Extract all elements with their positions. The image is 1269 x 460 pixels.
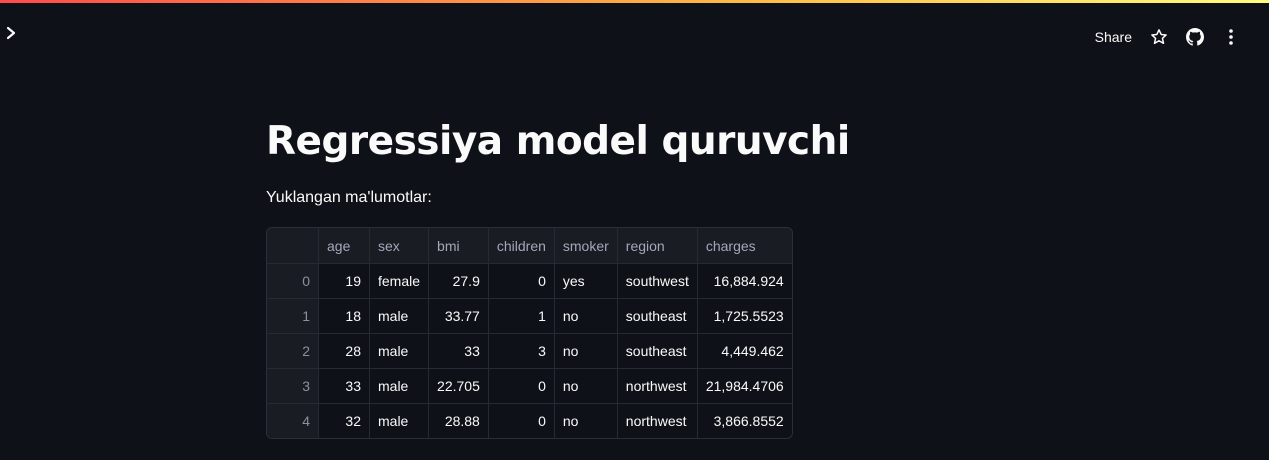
cell-region[interactable]: southwest <box>617 263 698 299</box>
cell-smoker[interactable]: no <box>554 403 618 438</box>
cell-region[interactable]: northwest <box>617 403 698 438</box>
cell-age[interactable]: 18 <box>318 298 370 334</box>
share-button[interactable]: Share <box>1086 25 1141 49</box>
cell-region[interactable]: southeast <box>617 333 698 369</box>
cell-children[interactable]: 1 <box>488 298 555 334</box>
row-index: 2 <box>267 333 319 369</box>
index-column-header <box>267 228 319 264</box>
row-index: 0 <box>267 263 319 299</box>
page-title: Regressiya model quruvchi <box>266 119 850 164</box>
column-header-age[interactable]: age <box>318 228 370 264</box>
cell-sex[interactable]: male <box>369 333 430 369</box>
toolbar: Share <box>1086 23 1249 51</box>
cell-charges[interactable]: 16,884.924 <box>697 263 792 299</box>
app-header: Share <box>0 3 1269 63</box>
cell-sex[interactable]: male <box>369 403 430 438</box>
cell-bmi[interactable]: 28.88 <box>428 403 489 438</box>
column-header-charges[interactable]: charges <box>697 228 792 264</box>
cell-bmi[interactable]: 27.9 <box>428 263 489 299</box>
data-caption: Yuklangan ma'lumotlar: <box>266 189 432 206</box>
column-header-children[interactable]: children <box>488 228 555 264</box>
cell-smoker[interactable]: no <box>554 368 618 404</box>
data-table: age sex bmi children smoker region charg… <box>267 228 792 438</box>
row-index: 3 <box>267 368 319 404</box>
cell-charges[interactable]: 1,725.5523 <box>697 298 792 334</box>
more-vertical-icon[interactable] <box>1213 23 1249 51</box>
cell-sex[interactable]: male <box>369 298 430 334</box>
column-header-sex[interactable]: sex <box>369 228 430 264</box>
cell-smoker[interactable]: no <box>554 333 618 369</box>
cell-age[interactable]: 28 <box>318 333 370 369</box>
row-index: 1 <box>267 298 319 334</box>
cell-smoker[interactable]: no <box>554 298 618 334</box>
table-row: 1 18 male 33.77 1 no southeast 1,725.552… <box>267 298 792 334</box>
star-icon[interactable] <box>1141 23 1177 51</box>
chevron-right-icon <box>6 26 16 45</box>
cell-children[interactable]: 3 <box>488 333 555 369</box>
cell-bmi[interactable]: 33.77 <box>428 298 489 334</box>
cell-age[interactable]: 19 <box>318 263 370 299</box>
table-row: 0 19 female 27.9 0 yes southwest 16,884.… <box>267 263 792 299</box>
cell-charges[interactable]: 3,866.8552 <box>697 404 791 439</box>
table-row: 3 33 male 22.705 0 no northwest 21,984.4… <box>267 368 792 404</box>
cell-children[interactable]: 0 <box>488 263 555 299</box>
column-header-smoker[interactable]: smoker <box>554 228 618 264</box>
column-header-bmi[interactable]: bmi <box>428 228 489 264</box>
sidebar-toggle-button[interactable] <box>2 25 20 45</box>
dataframe[interactable]: age sex bmi children smoker region charg… <box>266 227 793 439</box>
cell-children[interactable]: 0 <box>488 403 555 438</box>
cell-region[interactable]: northwest <box>617 368 698 404</box>
row-index: 4 <box>267 403 319 438</box>
cell-sex[interactable]: female <box>369 263 430 299</box>
cell-bmi[interactable]: 33 <box>428 333 489 369</box>
table-row: 4 32 male 28.88 0 no northwest 3,866.855… <box>267 403 792 439</box>
cell-bmi[interactable]: 22.705 <box>428 368 489 404</box>
github-icon[interactable] <box>1177 23 1213 51</box>
cell-age[interactable]: 33 <box>318 368 370 404</box>
cell-charges[interactable]: 21,984.4706 <box>697 368 792 404</box>
cell-children[interactable]: 0 <box>488 368 555 404</box>
table-header-row: age sex bmi children smoker region charg… <box>267 228 792 264</box>
cell-smoker[interactable]: yes <box>554 263 618 299</box>
cell-region[interactable]: southeast <box>617 298 698 334</box>
cell-sex[interactable]: male <box>369 368 430 404</box>
cell-charges[interactable]: 4,449.462 <box>697 333 792 369</box>
column-header-region[interactable]: region <box>617 228 698 264</box>
cell-age[interactable]: 32 <box>318 403 370 438</box>
table-row: 2 28 male 33 3 no southeast 4,449.462 <box>267 333 792 369</box>
